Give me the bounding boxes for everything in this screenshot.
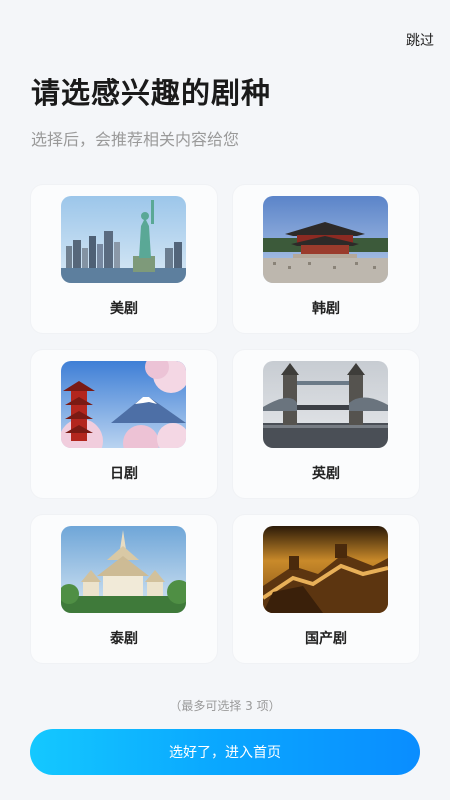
confirm-button[interactable]: 选好了，进入首页	[30, 729, 420, 775]
genre-card-us[interactable]: 美剧	[31, 185, 217, 333]
genre-card-japan[interactable]: 日剧	[31, 350, 217, 498]
genre-image-korea	[263, 196, 388, 283]
skip-button[interactable]: 跳过	[406, 30, 434, 50]
genre-image-us	[61, 196, 186, 283]
page-subtitle: 选择后，会推荐相关内容给您	[31, 130, 240, 149]
genre-image-japan	[61, 361, 186, 448]
genre-label-korea: 韩剧	[312, 301, 340, 317]
genre-card-china[interactable]: 国产剧	[233, 515, 419, 663]
genre-grid: 美剧 韩剧 日剧 英剧 泰剧 国产剧	[31, 185, 419, 663]
selection-hint: （最多可选择 3 项）	[169, 699, 281, 713]
genre-image-uk	[263, 361, 388, 448]
genre-label-thailand: 泰剧	[110, 631, 138, 647]
genre-label-japan: 日剧	[110, 466, 138, 482]
genre-image-thailand	[61, 526, 186, 613]
genre-label-us: 美剧	[110, 301, 138, 317]
genre-label-uk: 英剧	[312, 466, 340, 482]
genre-label-china: 国产剧	[305, 631, 347, 647]
page-title: 请选感兴趣的剧种	[31, 76, 272, 110]
genre-card-uk[interactable]: 英剧	[233, 350, 419, 498]
genre-card-thailand[interactable]: 泰剧	[31, 515, 217, 663]
genre-card-korea[interactable]: 韩剧	[233, 185, 419, 333]
genre-image-china	[263, 526, 388, 613]
